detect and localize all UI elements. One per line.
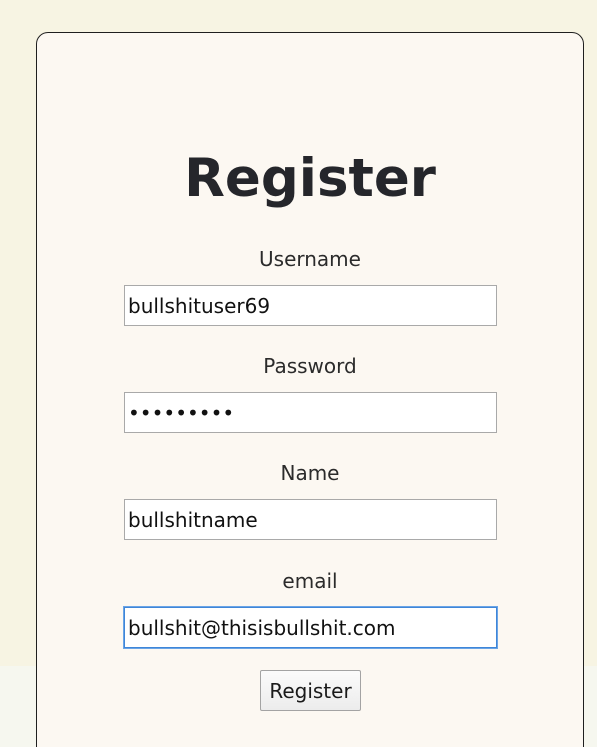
email-label: email [282, 569, 338, 593]
password-input[interactable] [124, 392, 497, 433]
register-button[interactable]: Register [260, 670, 361, 711]
username-label: Username [259, 247, 361, 271]
page-title: Register [184, 148, 436, 209]
register-card: Register Username Password Name email Re… [36, 32, 584, 747]
username-input[interactable] [124, 285, 497, 326]
name-label: Name [280, 461, 340, 485]
password-label: Password [263, 354, 357, 378]
page: Register Username Password Name email Re… [0, 0, 597, 747]
name-input[interactable] [124, 499, 497, 540]
email-input[interactable] [124, 607, 497, 648]
